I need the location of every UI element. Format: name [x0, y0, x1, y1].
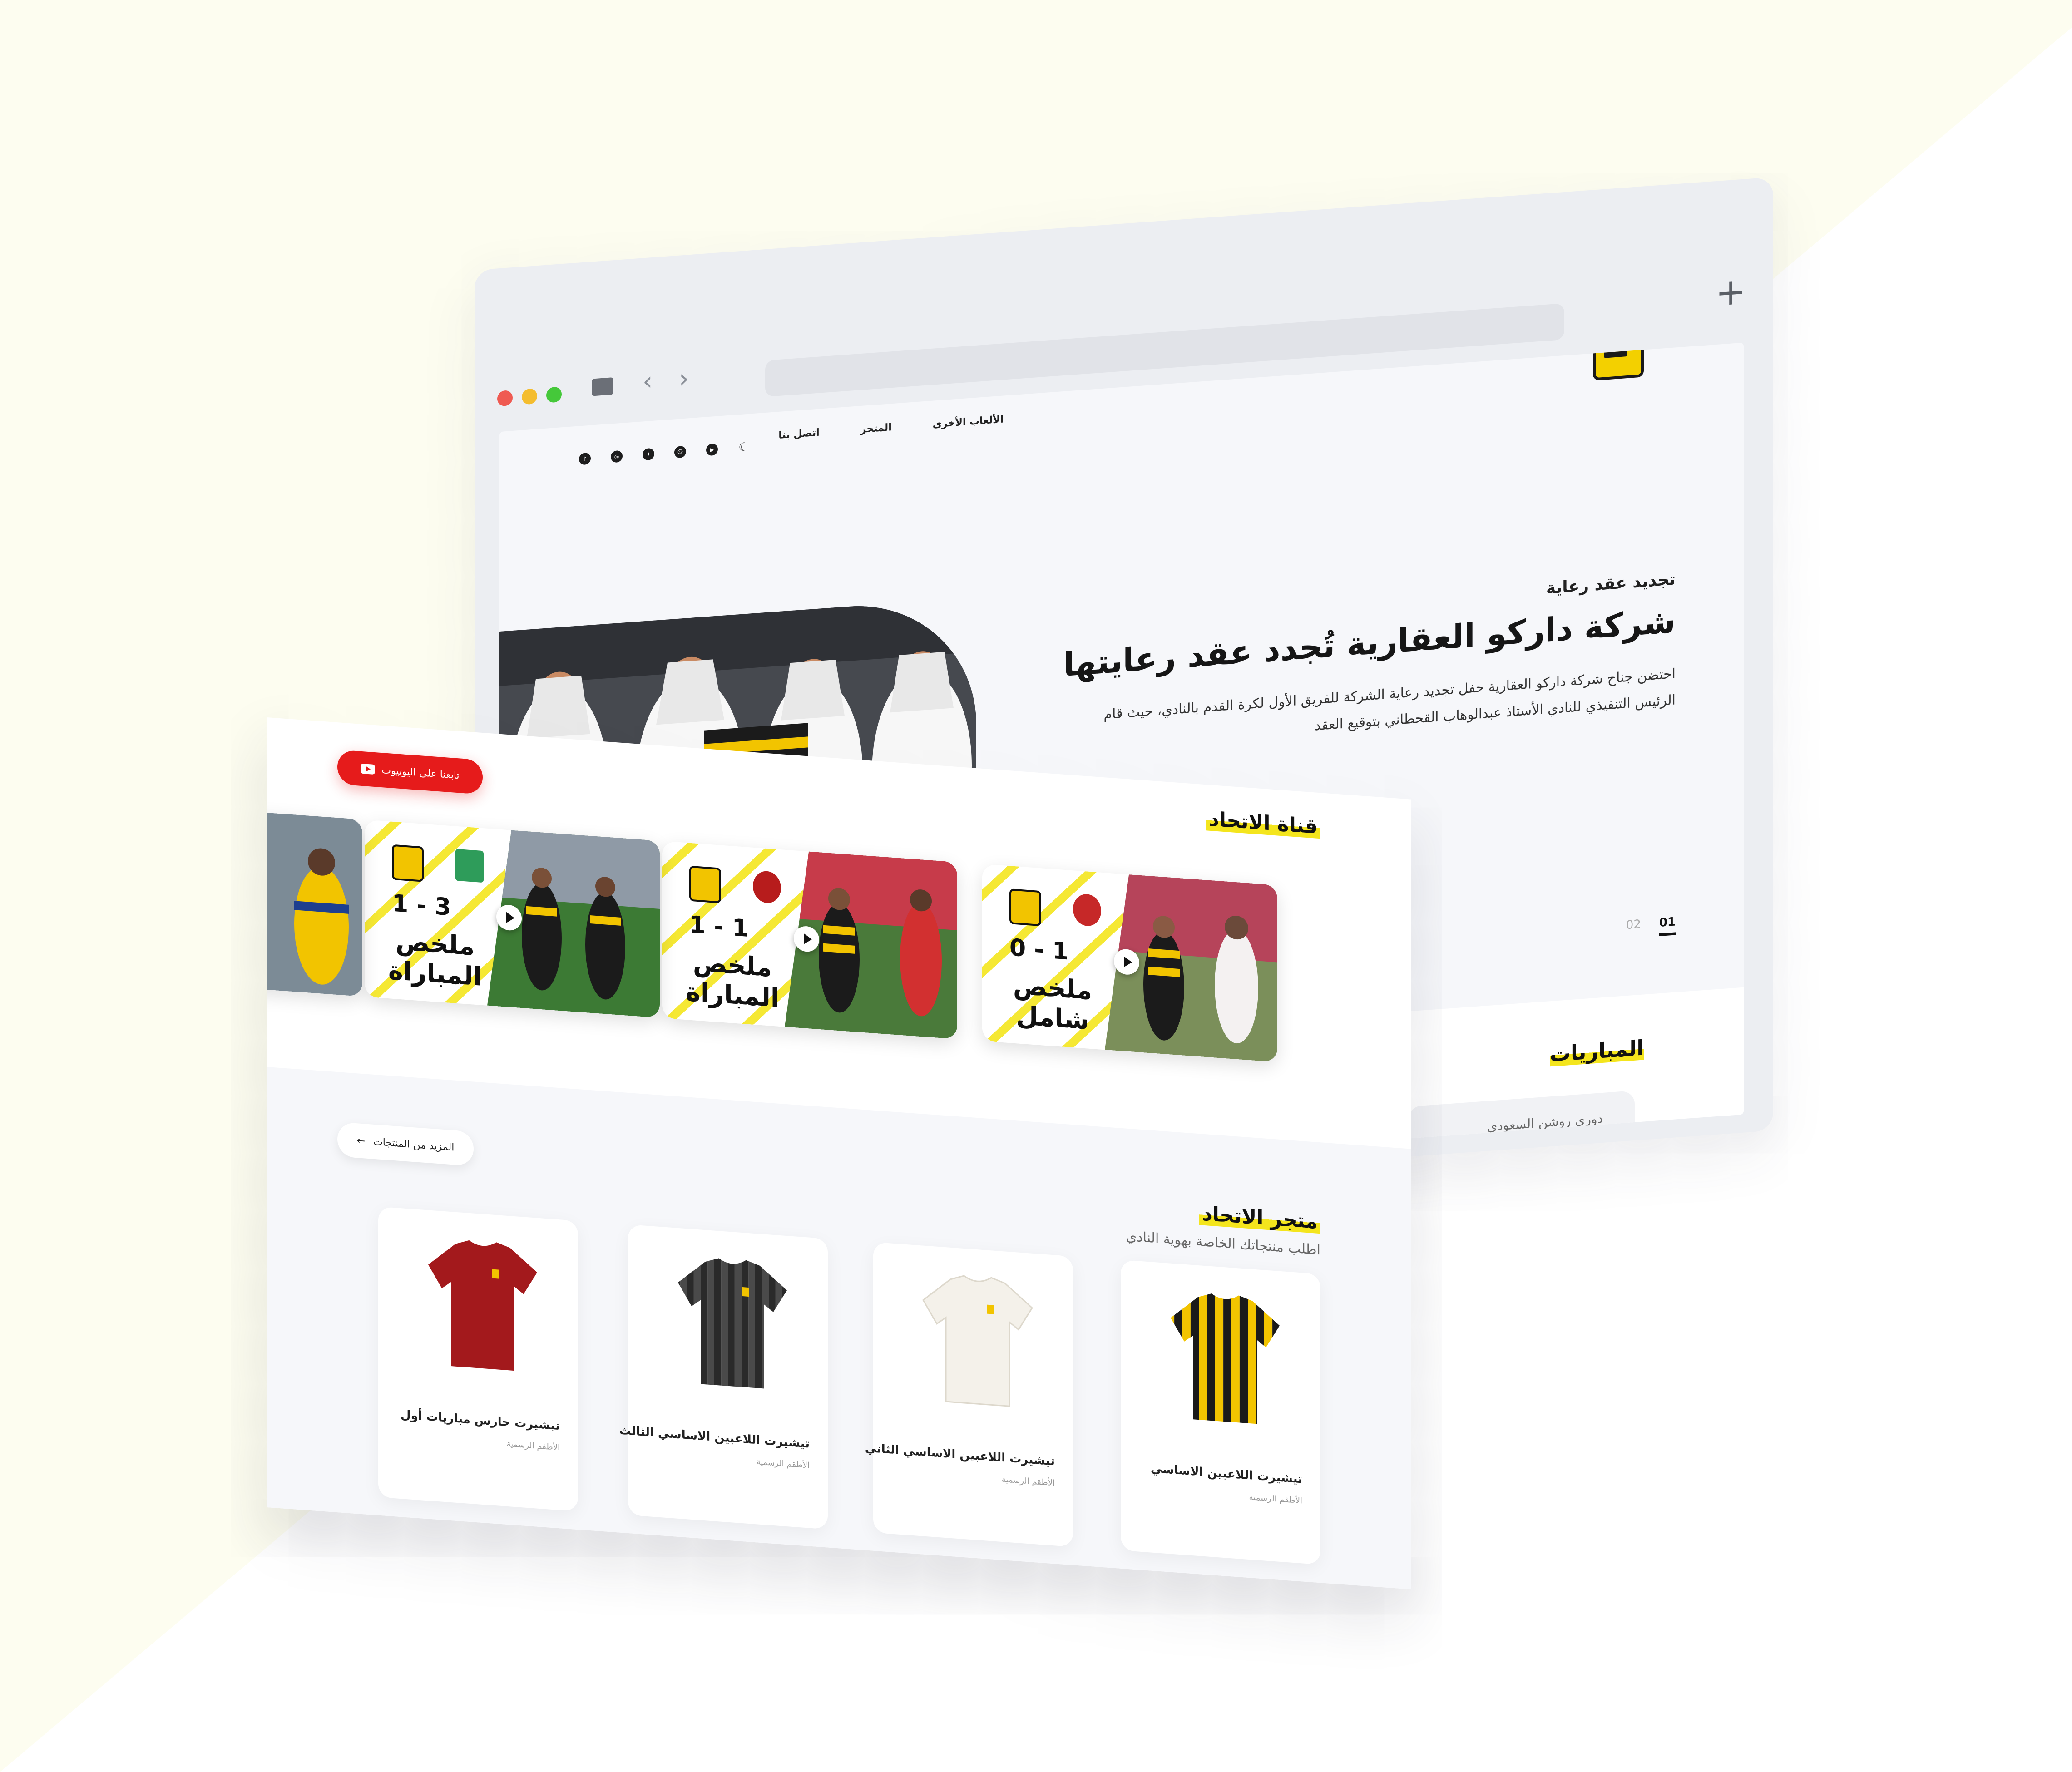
front-page-panel: قناة الاتحاد تابعنا على اليوتيوب 0 - 1 م… — [267, 717, 1411, 1589]
pager-current[interactable]: 01 — [1659, 915, 1676, 936]
product-name: تيشيرت اللاعبين الاساسي الثالث — [619, 1423, 810, 1451]
hero-pager: 01 02 — [1626, 915, 1676, 938]
nav-item-store[interactable]: المتجر — [860, 422, 892, 435]
youtube-follow-label: تابعنا على اليوتيوب — [381, 764, 460, 781]
main-nav-secondary: الألعاب الأخرى المتجر اتصل بنا — [778, 414, 1004, 441]
youtube-follow-button[interactable]: تابعنا على اليوتيوب — [337, 750, 483, 795]
video-thumbnail-photo — [267, 798, 362, 997]
video-card[interactable]: 0 - 1 ملخص شامل — [982, 864, 1277, 1062]
nav-item-contact[interactable]: اتصل بنا — [778, 427, 819, 441]
product-category: الأطقم الرسمية — [756, 1457, 810, 1471]
product-name: تيشيرت اللاعبين الاساسي الثاني — [865, 1441, 1055, 1469]
product-category: الأطقم الرسمية — [1001, 1474, 1055, 1488]
video-label: ملخص المباراة — [685, 948, 780, 1013]
club-crest-icon — [1009, 888, 1041, 927]
channel-title: قناة الاتحاد — [1206, 807, 1320, 839]
video-label: ملخص المباراة — [388, 926, 482, 992]
club-crest-icon — [689, 865, 721, 903]
opponent-crest-icon — [455, 849, 484, 883]
jersey-image — [1171, 1293, 1280, 1424]
club-crest-icon — [392, 844, 424, 882]
league-name: دوري روشن السعودي — [1487, 1111, 1603, 1135]
video-score: 0 - 1 — [1009, 934, 1069, 966]
product-card[interactable]: تيشيرت اللاعبين الاساسي الأطقم الرسمية — [1121, 1259, 1320, 1565]
instagram-icon[interactable]: ◎ — [611, 450, 623, 463]
jersey-image — [678, 1258, 787, 1389]
product-name: تيشيرت حارس مباريات أول — [401, 1408, 560, 1433]
more-products-label: المزيد من المنتجات — [373, 1136, 455, 1154]
jersey-image — [428, 1240, 537, 1371]
club-logo[interactable] — [1593, 342, 1644, 381]
theme-toggle-icon[interactable]: ☾ — [738, 440, 750, 455]
twitter-icon[interactable]: ✦ — [643, 448, 654, 461]
social-links: ♪ ◎ ✦ ☺ ▶ ☾ — [579, 440, 750, 465]
product-card[interactable]: تيشيرت اللاعبين الاساسي الثاني الأطقم ال… — [865, 1242, 1073, 1547]
sidebar-icon[interactable] — [592, 377, 613, 396]
pager-next[interactable]: 02 — [1626, 918, 1641, 938]
new-tab-icon[interactable]: + — [1716, 270, 1746, 314]
back-arrow-icon[interactable]: ‹ — [643, 366, 653, 397]
product-category: الأطقم الرسمية — [506, 1439, 560, 1453]
snapchat-icon[interactable]: ☺ — [674, 445, 686, 459]
youtube-icon[interactable]: ▶ — [706, 443, 718, 456]
maximize-window-dot[interactable] — [546, 386, 562, 403]
video-label: ملخص شامل — [1013, 970, 1093, 1036]
hero-tag: تجديد عقد رعاية — [1546, 570, 1676, 598]
tiktok-icon[interactable]: ♪ — [579, 452, 591, 465]
product-name: تيشيرت اللاعبين الاساسي — [1150, 1461, 1302, 1486]
video-card[interactable] — [267, 798, 362, 997]
jersey-image — [922, 1275, 1033, 1407]
video-card[interactable]: 1 - 3 ملخص المباراة — [365, 819, 660, 1018]
video-card[interactable]: 1 - 1 ملخص المباراة — [662, 841, 957, 1039]
product-card[interactable]: تيشيرت اللاعبين الاساسي الثالث الأطقم ال… — [619, 1224, 828, 1530]
youtube-icon — [361, 763, 376, 775]
product-category: الأطقم الرسمية — [1249, 1492, 1302, 1506]
nav-item-other-games[interactable]: الألعاب الأخرى — [933, 414, 1004, 430]
close-window-dot[interactable] — [497, 390, 513, 407]
forward-arrow-icon[interactable]: › — [679, 364, 689, 394]
minimize-window-dot[interactable] — [522, 388, 537, 405]
video-score: 1 - 3 — [392, 889, 451, 922]
product-card[interactable]: تيشيرت حارس مباريات أول الأطقم الرسمية — [378, 1206, 578, 1512]
arrow-left-icon: ← — [356, 1135, 366, 1147]
video-score: 1 - 1 — [689, 911, 749, 943]
